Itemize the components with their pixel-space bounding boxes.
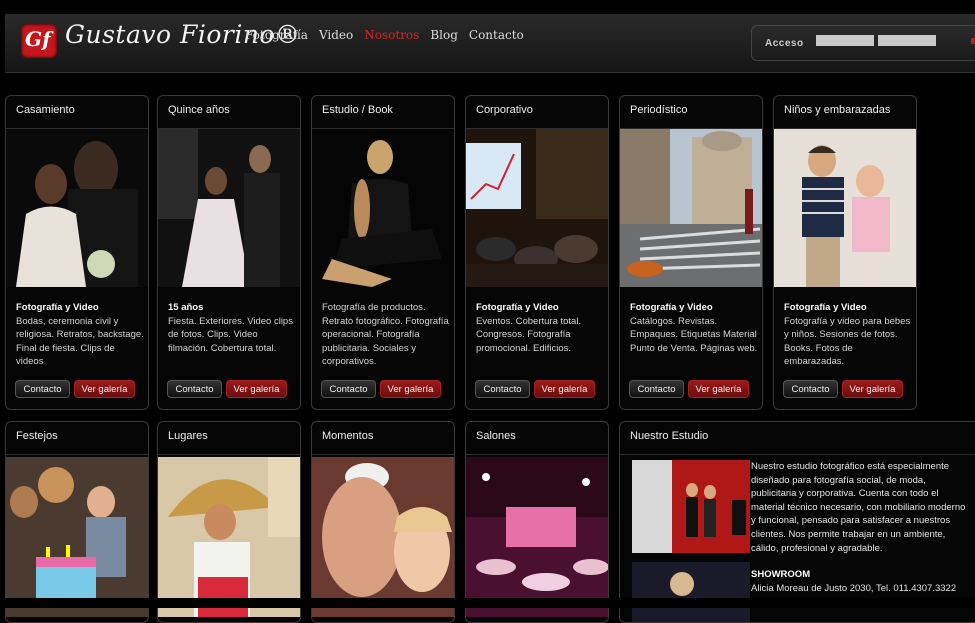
ver-galeria-button[interactable]: Ver galería [534, 380, 595, 398]
card-title: Niños y embarazadas [784, 104, 891, 116]
festejos-photo[interactable] [6, 457, 149, 617]
service-card-casamiento: Casamiento Fotografía y Video Bodas, cere… [5, 95, 149, 410]
site-header: Gf Gustavo Fiorino® Fotografía Video Nos… [5, 14, 975, 73]
main-nav: Fotografía Video Nosotros Blog Contacto [245, 28, 524, 42]
login-box: Acceso [751, 25, 975, 61]
login-submit-icon[interactable] [971, 38, 975, 44]
username-input[interactable] [816, 35, 874, 46]
corporativo-photo[interactable] [466, 129, 609, 287]
top-strip [0, 0, 975, 14]
contacto-button[interactable]: Contacto [321, 380, 376, 398]
card-title: Casamiento [16, 104, 75, 116]
card-title: Momentos [322, 430, 374, 442]
ninos-photo[interactable] [774, 129, 917, 287]
periodistico-photo[interactable] [620, 129, 763, 287]
login-label: Acceso [765, 38, 804, 49]
contacto-button[interactable]: Contacto [783, 380, 838, 398]
page-bottom-edge [0, 598, 975, 608]
service-card-ninos: Niños y embarazadas Fotografía y Video Fo… [773, 95, 917, 410]
momentos-photo[interactable] [312, 457, 455, 617]
card-title: Periodístico [630, 104, 688, 116]
card-title: Festejos [16, 430, 58, 442]
gallery-card-momentos: Momentos [311, 421, 455, 623]
brand-logo-mark[interactable]: Gf [21, 24, 57, 58]
ver-galeria-button[interactable]: Ver galería [688, 380, 749, 398]
card-title: Nuestro Estudio [630, 430, 709, 442]
nav-contacto[interactable]: Contacto [469, 28, 524, 42]
card-title: Estudio / Book [322, 104, 393, 116]
ver-galeria-button[interactable]: Ver galería [226, 380, 287, 398]
nav-video[interactable]: Video [319, 28, 353, 42]
quince-photo[interactable] [158, 129, 301, 287]
card-title: Corporativo [476, 104, 533, 116]
card-desc: Fotografía y Video Catálogos. Revistas. E… [630, 302, 758, 354]
nav-fotografia[interactable]: Fotografía [245, 28, 308, 42]
showroom-photo[interactable] [632, 562, 750, 622]
nav-nosotros[interactable]: Nosotros [364, 28, 419, 42]
card-desc: 15 años Fiesta. Exteriores. Video clips d… [168, 302, 293, 354]
service-card-estudio: Estudio / Book Fotografía de productos. … [311, 95, 455, 410]
ver-galeria-button[interactable]: Ver galería [74, 380, 135, 398]
gallery-card-salones: Salones [465, 421, 609, 623]
card-title: Quince años [168, 104, 230, 116]
service-card-periodistico: Periodístico Fotografía y Video Catálogos… [619, 95, 763, 410]
ver-galeria-button[interactable]: Ver galería [380, 380, 441, 398]
contacto-button[interactable]: Contacto [167, 380, 222, 398]
contacto-button[interactable]: Contacto [475, 380, 530, 398]
logo-mark-text: Gf [25, 27, 51, 51]
salones-photo[interactable] [466, 457, 609, 617]
estudio-info-card: Nuestro Estudio Nuestro estudio fotográf… [619, 421, 975, 623]
casamiento-photo[interactable] [6, 129, 149, 287]
contacto-button[interactable]: Contacto [15, 380, 70, 398]
estudio-photo[interactable] [632, 460, 750, 553]
card-desc: Fotografía de productos. Retrato fotográ… [322, 302, 449, 368]
contacto-button[interactable]: Contacto [629, 380, 684, 398]
password-input[interactable] [878, 35, 936, 46]
service-card-corporativo: Corporativo Fotografía y Video Eventos. C… [465, 95, 609, 410]
ver-galeria-button[interactable]: Ver galería [842, 380, 903, 398]
gallery-card-festejos: Festejos [5, 421, 149, 623]
card-desc: Fotografía y Video Eventos. Cobertura tot… [476, 302, 582, 354]
card-title: Lugares [168, 430, 208, 442]
lugares-photo[interactable] [158, 457, 301, 617]
nav-blog[interactable]: Blog [430, 28, 458, 42]
showroom-label: SHOWROOM [751, 569, 811, 580]
card-desc: Fotografía y Video Fotografía y video par… [784, 302, 911, 368]
card-desc: Fotografía y Video Bodas, ceremonia civil… [16, 302, 144, 368]
card-title: Salones [476, 430, 516, 442]
showroom-address: Alicia Moreau de Justo 2030, Tel. 011.43… [751, 583, 957, 594]
gallery-card-lugares: Lugares [157, 421, 301, 623]
estudio-photo[interactable] [312, 129, 455, 287]
estudio-description: Nuestro estudio fotográfico está especia… [751, 461, 966, 554]
service-card-quince: Quince años 15 años Fiesta. Exteriores. V… [157, 95, 301, 410]
